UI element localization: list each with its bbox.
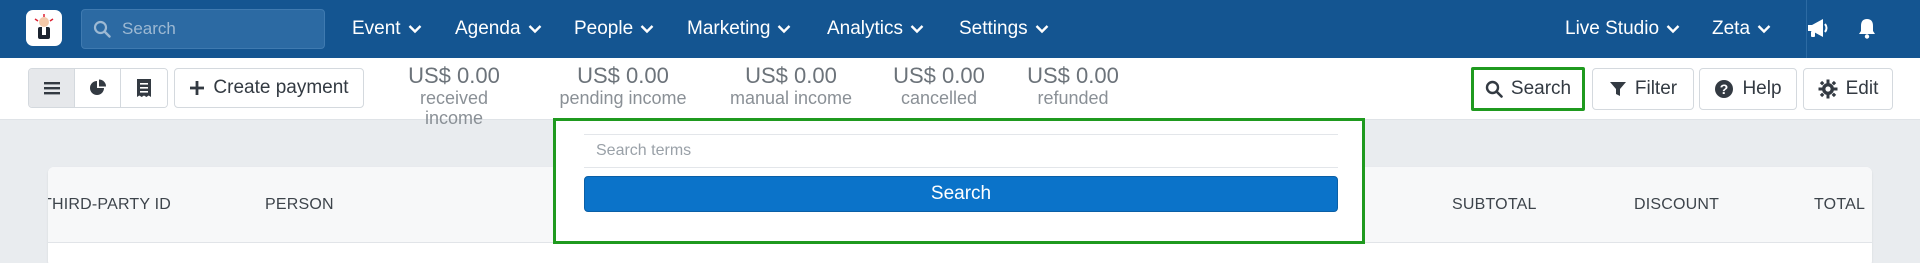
stat-manual-amount: US$ 0.00 — [745, 63, 837, 88]
search-submit-label: Search — [930, 183, 992, 204]
help-button-label: Help — [1742, 78, 1782, 99]
stat-cancelled-amount: US$ 0.00 — [893, 63, 985, 88]
svg-text:?: ? — [1720, 81, 1729, 97]
stat-pending: US$ 0.00 pending income — [558, 63, 688, 109]
top-navbar: Search Event Agenda People Marketing Ana… — [0, 0, 1920, 58]
nav-analytics-label: Analytics — [827, 18, 904, 39]
edit-button[interactable]: Edit — [1803, 68, 1893, 110]
nav-user-label: Zeta — [1712, 18, 1751, 39]
stat-manual: US$ 0.00 manual income — [726, 63, 856, 109]
receipt-icon — [137, 79, 151, 97]
nav-event-label: Event — [352, 18, 401, 39]
nav-analytics[interactable]: Analytics — [827, 0, 924, 58]
nav-marketing[interactable]: Marketing — [687, 0, 791, 58]
plus-icon — [190, 81, 205, 95]
chevron-down-icon — [1666, 25, 1680, 34]
chevron-down-icon — [408, 25, 421, 34]
view-receipt-button[interactable] — [121, 69, 167, 107]
column-person[interactable]: PERSON — [265, 196, 334, 214]
stat-refunded-label: refunded — [1037, 88, 1109, 108]
search-popover: Search — [553, 118, 1365, 244]
create-payment-button[interactable]: Create payment — [174, 68, 364, 108]
chevron-down-icon — [778, 25, 791, 34]
edit-button-label: Edit — [1845, 78, 1879, 99]
search-terms-input[interactable] — [584, 134, 1338, 168]
stat-received-label: received income — [419, 88, 489, 128]
search-icon — [1485, 80, 1503, 98]
column-total[interactable]: TOTAL — [1814, 196, 1865, 214]
search-button[interactable]: Search — [1471, 67, 1585, 111]
bell-icon[interactable] — [1857, 17, 1877, 44]
stat-pending-amount: US$ 0.00 — [577, 63, 669, 88]
stat-received-amount: US$ 0.00 — [408, 63, 500, 88]
stat-refunded-amount: US$ 0.00 — [1027, 63, 1119, 88]
column-third-party-id[interactable]: THIRD-PARTY ID — [48, 196, 171, 214]
gear-icon — [1818, 79, 1838, 99]
view-chart-button[interactable] — [75, 69, 121, 107]
nav-user-menu[interactable]: Zeta — [1712, 0, 1771, 58]
stat-cancelled: US$ 0.00 cancelled — [874, 63, 1004, 109]
nav-live-studio[interactable]: Live Studio — [1565, 0, 1680, 58]
megaphone-icon[interactable] — [1806, 17, 1830, 44]
chevron-down-icon — [1757, 25, 1771, 34]
question-circle-icon: ? — [1715, 80, 1734, 98]
stat-refunded: US$ 0.00 refunded — [1008, 63, 1138, 109]
nav-settings-label: Settings — [959, 18, 1028, 39]
filter-button-label: Filter — [1634, 78, 1678, 99]
global-search-placeholder: Search — [122, 19, 176, 38]
nav-people-label: People — [574, 18, 634, 39]
nav-settings[interactable]: Settings — [959, 0, 1049, 58]
stat-cancelled-label: cancelled — [900, 88, 978, 108]
help-button[interactable]: ? Help — [1699, 68, 1797, 110]
list-icon — [43, 82, 60, 95]
chevron-down-icon — [910, 25, 924, 34]
search-icon — [93, 20, 111, 43]
view-switcher — [28, 68, 168, 108]
global-search[interactable]: Search — [81, 9, 325, 49]
stat-received: US$ 0.00 received income — [389, 63, 519, 129]
nav-live-studio-label: Live Studio — [1565, 18, 1660, 39]
filter-icon — [1609, 82, 1626, 96]
app-logo[interactable] — [26, 10, 62, 46]
filter-button[interactable]: Filter — [1592, 68, 1694, 110]
stat-manual-label: manual income — [729, 88, 853, 108]
nav-people[interactable]: People — [574, 0, 654, 58]
pie-chart-icon — [89, 79, 106, 95]
nav-agenda[interactable]: Agenda — [455, 0, 542, 58]
search-submit-button[interactable]: Search — [584, 176, 1338, 212]
stat-pending-label: pending income — [559, 88, 687, 108]
nav-marketing-label: Marketing — [687, 18, 771, 39]
view-list-button[interactable] — [29, 69, 75, 107]
column-discount[interactable]: DISCOUNT — [1634, 196, 1719, 214]
nav-agenda-label: Agenda — [455, 18, 521, 39]
create-payment-label: Create payment — [213, 77, 349, 98]
column-subtotal[interactable]: SUBTOTAL — [1452, 196, 1537, 214]
nav-event[interactable]: Event — [352, 0, 422, 58]
search-button-label: Search — [1510, 78, 1572, 99]
chevron-down-icon — [1035, 25, 1049, 34]
chevron-down-icon — [640, 25, 654, 34]
chevron-down-icon — [528, 25, 541, 34]
